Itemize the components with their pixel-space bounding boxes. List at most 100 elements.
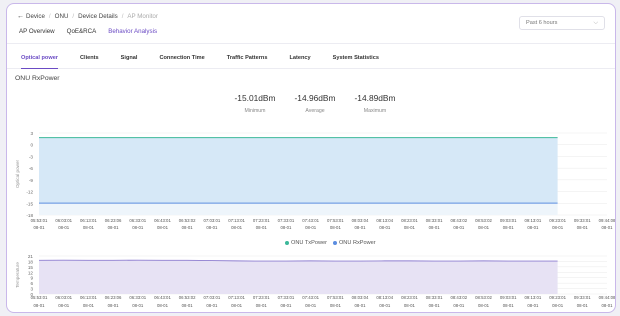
x-tick-date: 08-01 bbox=[379, 303, 391, 308]
legend-dot bbox=[285, 240, 289, 245]
x-tick-date: 08-01 bbox=[34, 303, 46, 308]
area-fill-rx bbox=[39, 203, 558, 215]
x-tick-date: 08-01 bbox=[379, 225, 391, 230]
y-tick-label: -12 bbox=[26, 190, 33, 195]
area-fill-temperature bbox=[39, 260, 558, 294]
x-tick-time: 06:33:01 bbox=[129, 218, 146, 223]
x-tick-date: 08-01 bbox=[478, 303, 490, 308]
y-tick-label: 15 bbox=[28, 265, 34, 270]
x-tick-time: 08:53:02 bbox=[475, 218, 492, 223]
y-tick-label: 12 bbox=[28, 270, 34, 275]
x-tick-time: 07:53:01 bbox=[327, 295, 344, 300]
x-tick-time: 07:03:01 bbox=[204, 218, 221, 223]
x-tick-time: 06:23:06 bbox=[105, 295, 122, 300]
x-tick-time: 08:53:02 bbox=[475, 295, 492, 300]
x-tick-date: 08-01 bbox=[182, 225, 194, 230]
y-tick-label: 0 bbox=[30, 143, 33, 148]
x-tick-date: 08-01 bbox=[108, 303, 120, 308]
x-tick-time: 09:44:08 bbox=[599, 218, 616, 223]
x-tick-time: 09:13:01 bbox=[525, 218, 542, 223]
x-tick-date: 08-01 bbox=[404, 303, 416, 308]
x-tick-date: 08-01 bbox=[404, 225, 416, 230]
legend-item-rx[interactable]: ONU RxPower bbox=[332, 240, 376, 246]
x-tick-date: 08-01 bbox=[256, 303, 268, 308]
x-tick-date: 08-01 bbox=[157, 225, 169, 230]
x-tick-date: 08-01 bbox=[231, 303, 243, 308]
x-tick-time: 07:13:01 bbox=[228, 218, 245, 223]
x-tick-date: 08-01 bbox=[577, 225, 589, 230]
x-tick-date: 08-01 bbox=[280, 303, 292, 308]
legend-dot bbox=[332, 240, 337, 245]
x-tick-date: 08-01 bbox=[355, 225, 367, 230]
x-tick-time: 05:53:01 bbox=[31, 218, 48, 223]
y-tick-label: 21 bbox=[28, 254, 34, 259]
x-tick-date: 08-01 bbox=[478, 225, 490, 230]
x-tick-time: 07:53:01 bbox=[327, 218, 344, 223]
y-tick-label: -3 bbox=[29, 154, 34, 159]
x-tick-time: 09:33:01 bbox=[574, 218, 591, 223]
x-tick-time: 08:33:01 bbox=[426, 295, 443, 300]
x-tick-time: 09:33:01 bbox=[574, 295, 591, 300]
x-tick-date: 08-01 bbox=[206, 225, 218, 230]
x-tick-date: 08-01 bbox=[58, 303, 70, 308]
x-tick-time: 08:13:04 bbox=[376, 295, 393, 300]
x-tick-date: 08-01 bbox=[305, 225, 317, 230]
x-tick-date: 08-01 bbox=[552, 303, 564, 308]
app-window: ← Device / ONU / Device Details / AP Mon… bbox=[6, 3, 616, 313]
x-tick-time: 08:33:01 bbox=[426, 218, 443, 223]
x-tick-time: 09:13:01 bbox=[525, 295, 542, 300]
x-tick-date: 08-01 bbox=[503, 303, 515, 308]
x-tick-time: 07:03:01 bbox=[204, 295, 221, 300]
x-tick-time: 07:23:01 bbox=[253, 218, 270, 223]
x-tick-time: 07:23:01 bbox=[253, 295, 270, 300]
x-tick-date: 08-01 bbox=[108, 225, 120, 230]
x-tick-time: 09:03:01 bbox=[500, 218, 517, 223]
x-tick-time: 07:33:01 bbox=[278, 218, 295, 223]
chart-legend: ONU TxPower ONU RxPower bbox=[285, 240, 376, 246]
y-tick-label: -15 bbox=[26, 201, 33, 206]
x-tick-date: 08-01 bbox=[552, 225, 564, 230]
x-tick-time: 07:13:01 bbox=[228, 295, 245, 300]
x-tick-time: 09:23:01 bbox=[549, 218, 566, 223]
x-tick-date: 08-01 bbox=[58, 225, 70, 230]
x-tick-date: 08-01 bbox=[602, 225, 614, 230]
y-axis-label: Optical power bbox=[15, 159, 20, 188]
x-tick-date: 08-01 bbox=[429, 225, 441, 230]
x-tick-date: 08-01 bbox=[355, 303, 367, 308]
x-tick-time: 06:13:01 bbox=[80, 295, 97, 300]
y-tick-label: 3 bbox=[30, 131, 33, 136]
x-tick-date: 08-01 bbox=[83, 225, 95, 230]
x-tick-time: 07:43:01 bbox=[302, 218, 319, 223]
y-tick-label: 6 bbox=[30, 281, 33, 286]
x-tick-date: 08-01 bbox=[157, 303, 169, 308]
x-tick-time: 06:23:06 bbox=[105, 218, 122, 223]
x-tick-time: 06:33:01 bbox=[129, 295, 146, 300]
y-tick-label: 18 bbox=[28, 259, 34, 264]
x-tick-time: 06:03:01 bbox=[55, 218, 72, 223]
x-tick-time: 06:43:01 bbox=[154, 295, 171, 300]
x-tick-time: 08:23:01 bbox=[401, 218, 418, 223]
x-tick-date: 08-01 bbox=[34, 225, 46, 230]
x-tick-date: 08-01 bbox=[182, 303, 194, 308]
y-tick-label: -6 bbox=[29, 166, 34, 171]
legend-item-tx[interactable]: ONU TxPower bbox=[285, 240, 327, 246]
x-tick-date: 08-01 bbox=[330, 303, 342, 308]
y-tick-label: -9 bbox=[29, 178, 34, 183]
charts-canvas: 30-3-6-9-12-15-18Optical power05:53:0108… bbox=[15, 131, 616, 308]
x-tick-date: 08-01 bbox=[206, 303, 218, 308]
x-tick-date: 08-01 bbox=[453, 225, 465, 230]
x-tick-date: 08-01 bbox=[527, 225, 539, 230]
x-tick-time: 08:03:04 bbox=[352, 295, 369, 300]
x-tick-date: 08-01 bbox=[577, 303, 589, 308]
x-tick-time: 05:53:01 bbox=[31, 295, 48, 300]
area-fill-power bbox=[39, 137, 558, 204]
x-tick-date: 08-01 bbox=[527, 303, 539, 308]
legend-label: ONU RxPower bbox=[338, 240, 376, 246]
x-tick-date: 08-01 bbox=[453, 303, 465, 308]
x-tick-time: 09:44:08 bbox=[599, 295, 616, 300]
x-tick-time: 08:43:02 bbox=[450, 218, 467, 223]
y-tick-label: 9 bbox=[30, 276, 33, 281]
x-tick-time: 08:23:01 bbox=[401, 295, 418, 300]
x-tick-date: 08-01 bbox=[231, 225, 243, 230]
x-tick-date: 08-01 bbox=[132, 303, 144, 308]
